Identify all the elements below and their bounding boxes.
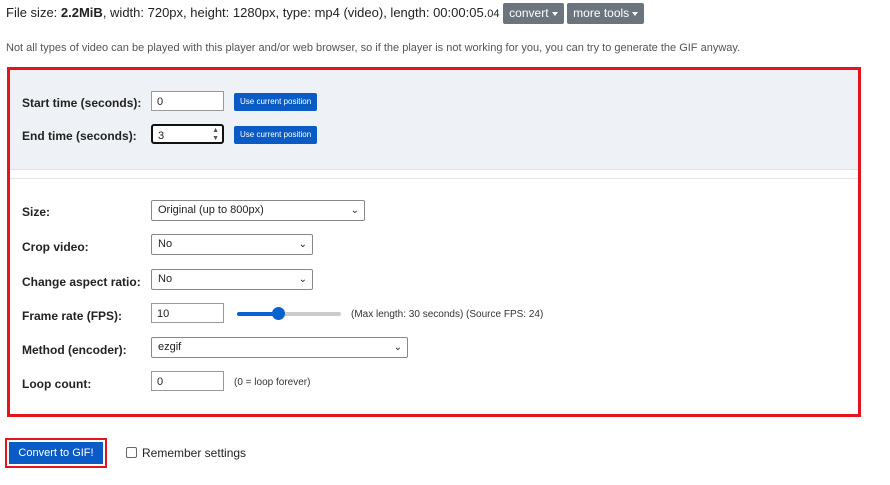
start-use-current-position-button[interactable]: Use current position (234, 93, 318, 111)
output-options-section (10, 178, 858, 415)
remember-settings-checkbox[interactable] (126, 447, 137, 458)
size-label: Size: (22, 205, 51, 219)
chevron-down-icon: ⌄ (393, 342, 402, 353)
more-tools-dropdown-button[interactable]: more tools (567, 3, 645, 24)
file-size-value: 2.2MiB (60, 4, 103, 20)
frame-rate-label: Frame rate (FPS): (22, 309, 123, 323)
spinner-arrows-icon[interactable]: ▲ ▼ (212, 127, 219, 143)
start-time-input[interactable]: 0 (151, 91, 224, 111)
crop-video-label: Crop video: (22, 240, 89, 254)
crop-video-select-value: No (158, 238, 173, 250)
convert-button-highlight: Convert to GIF! (5, 438, 107, 468)
start-time-label: Start time (seconds): (22, 96, 142, 110)
remember-settings-label[interactable]: Remember settings (142, 446, 246, 460)
frame-rate-input[interactable]: 10 (151, 303, 224, 323)
method-label: Method (encoder): (22, 343, 127, 357)
chevron-down-icon: ⌄ (350, 205, 359, 216)
size-select[interactable]: Original (up to 800px) ⌄ (151, 200, 365, 221)
end-time-label: End time (seconds): (22, 129, 137, 143)
loop-count-input[interactable]: 0 (151, 371, 224, 391)
time-range-section (10, 70, 858, 170)
loop-count-note: (0 = loop forever) (234, 377, 311, 388)
frame-rate-note: (Max length: 30 seconds) (Source FPS: 24… (351, 309, 544, 320)
file-info: File size: 2.2MiB, width: 720px, height:… (6, 3, 645, 24)
end-use-current-position-button[interactable]: Use current position (234, 126, 318, 144)
gif-options-panel (7, 67, 861, 417)
crop-video-select[interactable]: No ⌄ (151, 234, 313, 255)
frame-rate-slider[interactable] (237, 312, 341, 316)
method-select[interactable]: ezgif ⌄ (151, 337, 408, 358)
size-select-value: Original (up to 800px) (158, 204, 264, 216)
caret-down-icon (551, 11, 558, 16)
player-notice: Not all types of video can be played wit… (6, 42, 741, 54)
convert-dropdown-button[interactable]: convert (503, 3, 564, 24)
aspect-ratio-label: Change aspect ratio: (22, 275, 141, 289)
loop-count-label: Loop count: (22, 377, 92, 391)
method-select-value: ezgif (158, 341, 182, 353)
file-length-fraction: 04 (487, 7, 500, 20)
end-time-input[interactable]: 3 ▲ ▼ (151, 124, 224, 144)
end-time-value: 3 (158, 130, 165, 142)
convert-to-gif-button[interactable]: Convert to GIF! (9, 442, 103, 464)
file-details: , width: 720px, height: 1280px, type: mp… (102, 4, 488, 20)
chevron-down-icon: ⌄ (298, 274, 307, 285)
aspect-ratio-select-value: No (158, 273, 173, 285)
convert-dropdown-label: convert (509, 6, 549, 20)
more-tools-dropdown-label: more tools (573, 6, 630, 20)
aspect-ratio-select[interactable]: No ⌄ (151, 269, 313, 290)
caret-down-icon (632, 11, 639, 16)
file-size-prefix: File size: (6, 4, 61, 20)
chevron-down-icon: ⌄ (298, 239, 307, 250)
frame-rate-slider-thumb[interactable] (272, 307, 285, 320)
